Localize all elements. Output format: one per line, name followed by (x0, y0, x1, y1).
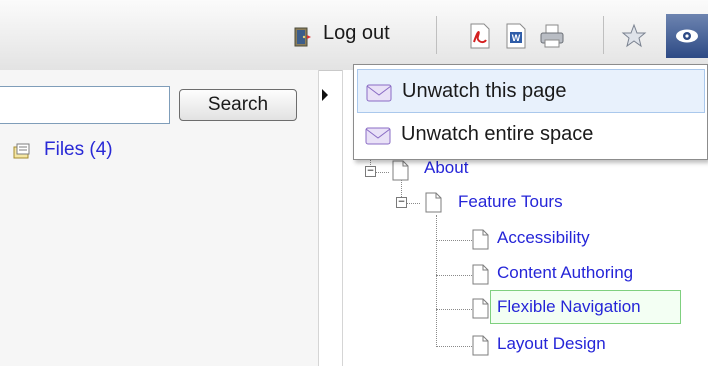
menu-item-label: Unwatch entire space (401, 123, 594, 145)
tree-item-flexible-navigation[interactable]: Flexible Navigation (497, 297, 641, 317)
collapse-toggle-icon[interactable]: − (396, 197, 407, 208)
svg-text:W: W (512, 33, 521, 43)
page-icon (392, 160, 409, 181)
page-icon (425, 192, 442, 213)
page-icon (472, 298, 489, 319)
tree-connector (436, 346, 472, 347)
watch-button[interactable] (666, 14, 708, 58)
watch-eye-icon (676, 29, 698, 43)
tree-connector (436, 240, 472, 241)
attachment-files-icon (13, 143, 30, 159)
envelope-icon (365, 127, 391, 145)
page-icon (472, 229, 489, 250)
favourite-star-icon[interactable] (620, 22, 648, 50)
tree-item-layout-design[interactable]: Layout Design (497, 334, 606, 354)
pdf-export-icon[interactable] (466, 22, 494, 50)
search-input[interactable] (0, 86, 170, 124)
print-icon[interactable] (538, 22, 566, 50)
logout-icon[interactable] (294, 27, 312, 47)
tree-connector (436, 275, 472, 276)
tree-item-content-authoring[interactable]: Content Authoring (497, 263, 633, 283)
page-icon (472, 264, 489, 285)
tree-connector (406, 203, 420, 204)
tree-connector (375, 172, 389, 173)
watch-dropdown-menu: Unwatch this page Unwatch entire space (353, 64, 708, 160)
unwatch-space-menu-item[interactable]: Unwatch entire space (357, 113, 705, 157)
search-button[interactable]: Search (179, 89, 297, 121)
menu-item-label: Unwatch this page (402, 80, 567, 102)
word-export-icon[interactable]: W (502, 22, 530, 50)
tree-connector (436, 309, 472, 310)
envelope-icon (366, 84, 392, 102)
tree-connector (436, 215, 437, 345)
tree-item-accessibility[interactable]: Accessibility (497, 228, 590, 248)
top-toolbar: Log out W (0, 0, 708, 71)
tree-item-about[interactable]: About (424, 158, 468, 178)
toolbar-divider (603, 16, 604, 54)
files-link-label: Files (4) (44, 139, 113, 160)
toolbar-divider (436, 16, 437, 54)
tree-item-feature-tours[interactable]: Feature Tours (458, 192, 563, 212)
logout-link[interactable]: Log out (323, 22, 390, 45)
collapse-toggle-icon[interactable]: − (365, 166, 376, 177)
expand-arrow-icon[interactable] (322, 89, 328, 101)
page-icon (472, 335, 489, 356)
files-link[interactable]: Files (4) (13, 139, 113, 161)
unwatch-page-menu-item[interactable]: Unwatch this page (357, 69, 705, 113)
